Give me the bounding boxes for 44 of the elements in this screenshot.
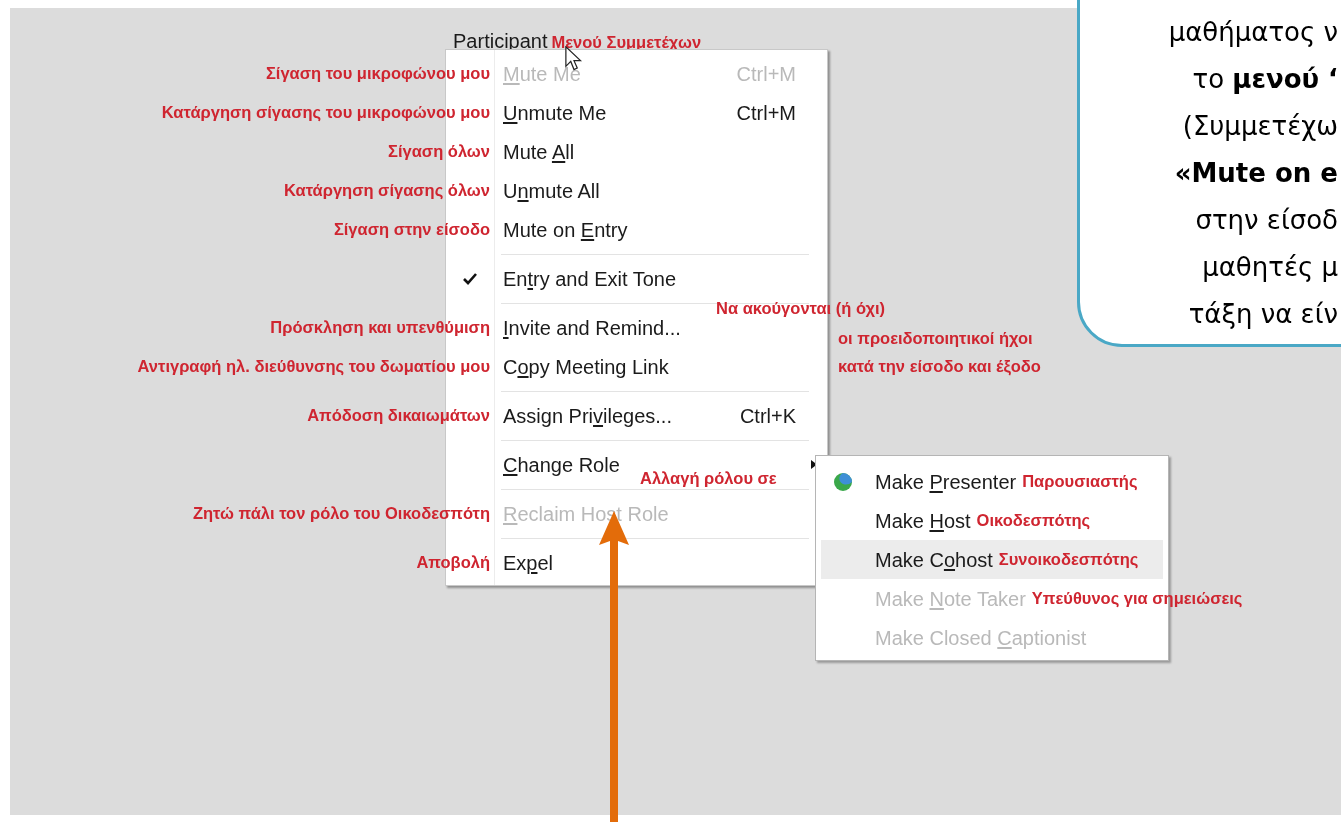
submenu-item[interactable]: Make Host Οικοδεσπότης <box>821 501 1163 540</box>
callout-text: τάξη να είν <box>1188 298 1338 331</box>
menu-item[interactable]: Assign Privileges... <box>503 400 672 431</box>
annotation-text: Σίγαση στην είσοδο <box>333 219 490 241</box>
checkmark-icon <box>463 272 477 285</box>
annotation-text: κατά την είσοδο και έξοδο <box>838 356 1041 378</box>
annotation-text: Υπεύθυνος για σημειώσεις <box>1031 588 1243 610</box>
annotation-text: Παρουσιαστής <box>1022 471 1138 493</box>
callout-text: (Συμμετέχω <box>1182 110 1338 143</box>
annotation-text: Κατάργηση σίγασης του μικροφώνου μου <box>161 102 490 124</box>
menu-item[interactable]: Unmute All <box>503 175 600 206</box>
menu-item[interactable]: Unmute Me <box>503 97 607 128</box>
annotation-text: οι προειδοποιητικοί ήχοι <box>838 328 1033 349</box>
callout-text: μαθήματος ν <box>1168 16 1338 49</box>
globe-icon <box>832 471 853 492</box>
annotation-text: Να ακούγονται (ή όχι) <box>716 298 885 319</box>
menu-item[interactable]: Invite and Remind... <box>503 312 681 343</box>
shortcut-text: Ctrl+K <box>739 403 796 429</box>
annotation-text: Κατάργηση σίγασης όλων <box>283 180 490 202</box>
menu-item[interactable]: Copy Meeting Link <box>503 351 669 382</box>
annotation-text: Σίγαση του μικροφώνου μου <box>265 63 490 85</box>
annotation-text: Ζητώ πάλι τον ρόλο του Οικοδεσπότη <box>192 503 490 525</box>
annotation-text: Αλλαγή ρόλου σε <box>640 468 777 489</box>
callout-text: «Mute on e <box>1174 157 1338 190</box>
annotation-text: Απόδοση δικαιωμάτων <box>307 405 490 427</box>
annotation-text: Σίγαση όλων <box>388 141 490 163</box>
annotation-text: Αποβολή <box>416 552 490 574</box>
menu-item[interactable]: Change Role <box>503 449 620 480</box>
callout-text: το μενού ‘ <box>1192 63 1338 96</box>
callout-text: μαθητές μ <box>1202 251 1338 284</box>
annotation-text: Αντιγραφή ηλ. διεύθυνσης του δωματίου μου <box>137 356 490 378</box>
callout-text: στην είσοδ <box>1195 204 1338 237</box>
menu-item[interactable]: Entry and Exit Tone <box>503 263 677 294</box>
annotation-text: Μενού Συμμετέχων <box>551 32 702 53</box>
menu-item[interactable]: Mute on Entry <box>503 214 628 245</box>
submenu-item[interactable]: Make Presenter Παρουσιαστής <box>821 462 1163 501</box>
annotation-text: Συνοικοδεσπότης <box>998 549 1139 571</box>
submenu-item[interactable]: Make Cohost Συνοικοδεσπότης <box>821 540 1163 579</box>
menu-item[interactable]: Expel <box>503 547 554 578</box>
shortcut-text: Ctrl+M <box>736 61 796 87</box>
shortcut-text: Ctrl+M <box>736 100 796 126</box>
menu-item[interactable]: Mute All <box>503 136 575 167</box>
annotation-text: Οικοδεσπότης <box>976 510 1091 532</box>
annotation-text: Πρόσκληση και υπενθύμιση <box>270 317 490 339</box>
